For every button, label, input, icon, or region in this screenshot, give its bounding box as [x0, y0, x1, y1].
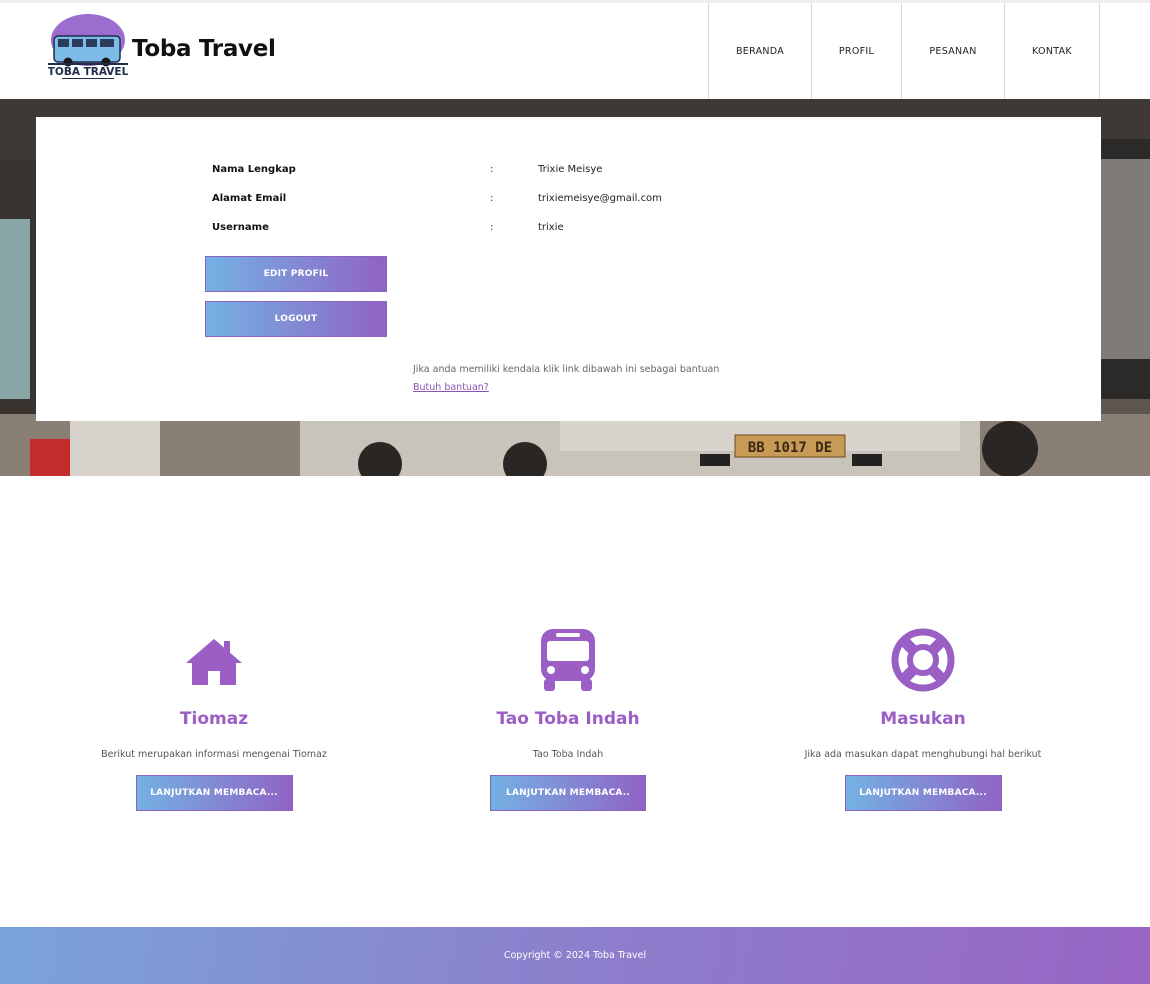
feature-title: Masukan — [880, 709, 966, 729]
feature-title: Tao Toba Indah — [496, 709, 640, 729]
email-label: Alamat Email — [212, 193, 287, 204]
nav-item-beranda[interactable]: BERANDA — [708, 3, 811, 99]
license-plate: BB 1017 DE — [748, 440, 832, 456]
edit-profile-button[interactable]: EDIT PROFIL — [205, 256, 387, 292]
feature-description: Jika ada masukan dapat menghubungi hal b… — [804, 749, 1042, 760]
username-label: Username — [212, 222, 269, 233]
separator: : — [490, 222, 494, 233]
logout-button[interactable]: LOGOUT — [205, 301, 387, 337]
feature-tiomaz: Tiomaz Berikut merupakan informasi menge… — [64, 625, 364, 811]
main-nav: BERANDA PROFIL PESANAN KONTAK — [708, 3, 1100, 99]
email-value: trixiemeisye@gmail.com — [538, 193, 662, 204]
home-icon — [186, 639, 242, 685]
brand-name[interactable]: Toba Travel — [132, 36, 276, 62]
lifebuoy-icon — [891, 628, 955, 692]
site-header: TOBA TRAVEL Toba Travel BERANDA PROFIL P… — [0, 3, 1150, 99]
profile-card: Nama Lengkap : Trixie Meisye Alamat Emai… — [36, 117, 1101, 421]
copyright-text: Copyright © 2024 Toba Travel — [503, 950, 647, 961]
feature-tao-toba-indah: Tao Toba Indah Tao Toba Indah LANJUTKAN … — [418, 625, 718, 811]
nav-item-pesanan[interactable]: PESANAN — [901, 3, 1004, 99]
nav-item-profil[interactable]: PROFIL — [811, 3, 901, 99]
username-value: trixie — [538, 222, 564, 233]
bus-icon — [541, 629, 595, 691]
read-more-button[interactable]: LANJUTKAN MEMBACA... — [135, 775, 293, 811]
help-link[interactable]: Butuh bantuan? — [413, 382, 489, 393]
feature-description: Tao Toba Indah — [532, 749, 604, 760]
nav-item-kontak[interactable]: KONTAK — [1004, 3, 1100, 99]
logo-text: TOBA TRAVEL — [48, 66, 128, 78]
separator: : — [490, 164, 494, 175]
read-more-button[interactable]: LANJUTKAN MEMBACA... — [844, 775, 1002, 811]
separator: : — [490, 193, 494, 204]
help-text: Jika anda memiliki kendala klik link dib… — [413, 364, 720, 375]
toba-travel-logo[interactable]: TOBA TRAVEL — [48, 14, 128, 82]
full-name-value: Trixie Meisye — [538, 164, 603, 175]
site-footer: Copyright © 2024 Toba Travel — [0, 927, 1150, 984]
feature-masukan: Masukan Jika ada masukan dapat menghubun… — [773, 625, 1073, 811]
full-name-label: Nama Lengkap — [212, 164, 296, 175]
feature-title: Tiomaz — [179, 709, 249, 729]
feature-description: Berikut merupakan informasi mengenai Tio… — [101, 749, 327, 760]
read-more-button[interactable]: LANJUTKAN MEMBACA.. — [490, 775, 646, 811]
